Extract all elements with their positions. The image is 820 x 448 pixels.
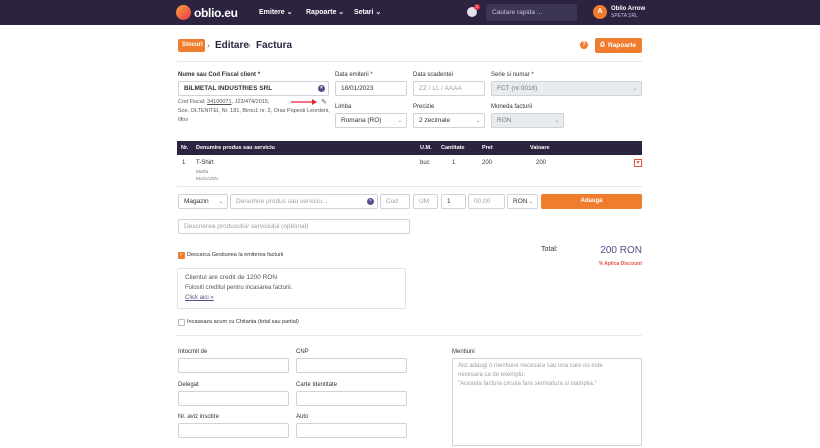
stock-checkbox-label: Descarca Gestiunea la emiterea facturii bbox=[187, 252, 284, 258]
chevron-down-icon: ⌄ bbox=[375, 9, 382, 16]
id-card-label: Carte Identitate bbox=[296, 382, 338, 388]
auto-input[interactable] bbox=[296, 423, 407, 438]
user-name[interactable]: Oblio Arrow bbox=[611, 6, 645, 12]
series-label: Serie si numar * bbox=[491, 72, 534, 78]
edit-client-pencil-icon[interactable]: ✎ bbox=[321, 98, 327, 106]
reports-button[interactable]: ⎙ Rapoarte bbox=[595, 38, 642, 53]
brand-logo-mark-icon bbox=[176, 5, 191, 20]
series-select[interactable]: FCT (nr.0018) ⌄ bbox=[491, 81, 642, 96]
quick-search-input[interactable]: Cautare rapida ... bbox=[486, 4, 577, 21]
chevron-down-icon: ⌄ bbox=[632, 86, 637, 92]
mentions-label: Mentiuni bbox=[452, 349, 475, 355]
quantity-input[interactable]: 1 bbox=[441, 194, 466, 209]
brand-name: oblio.eu bbox=[194, 5, 238, 20]
product-code-input[interactable]: Cod bbox=[380, 194, 410, 209]
divider bbox=[177, 335, 642, 336]
precision-label: Precizie bbox=[413, 104, 435, 110]
user-avatar[interactable]: A bbox=[593, 5, 607, 19]
warehouse-select[interactable]: Magazin ⌄ bbox=[178, 194, 228, 209]
clear-product-icon[interactable]: × bbox=[367, 198, 374, 205]
divider bbox=[177, 186, 642, 187]
row-actions-icon[interactable]: ▾ bbox=[634, 159, 642, 167]
credit-amount-text: Clientul are credit de 1200 RON bbox=[185, 274, 278, 281]
add-line-button[interactable]: Adauga bbox=[541, 194, 642, 209]
client-cif-link[interactable]: 34100071 bbox=[207, 99, 231, 105]
line-currency-select[interactable]: RON ⌄ bbox=[507, 194, 538, 209]
cnp-label: CNP bbox=[296, 349, 309, 355]
notice-number-label: Nr. aviz insotire bbox=[178, 414, 220, 420]
client-label: Nume sau Cod Fiscal client * bbox=[178, 72, 261, 78]
products-table-header: Nr. Denumire produs sau serviciu U.M. Ca… bbox=[177, 141, 642, 155]
help-icon[interactable]: ? bbox=[580, 41, 588, 49]
language-select[interactable]: Romana (RO) ⌄ bbox=[335, 113, 407, 128]
top-navigation-bar: oblio.eu Emitere ⌄ Rapoarte ⌄ Setari ⌄ 1… bbox=[0, 0, 820, 25]
page-title: Factura bbox=[256, 40, 293, 51]
chevron-down-icon: ⌄ bbox=[397, 118, 402, 124]
price-input[interactable]: 00,00 bbox=[468, 194, 505, 209]
download-icon: ⎙ bbox=[600, 42, 605, 48]
chevron-down-icon: ⌄ bbox=[528, 199, 533, 205]
stock-checkbox[interactable]: ✓ bbox=[178, 252, 185, 259]
chevron-down-icon: ⌄ bbox=[338, 9, 345, 16]
breadcrumb-separator-icon: › bbox=[207, 41, 210, 50]
breadcrumb-editare: Editare bbox=[215, 40, 249, 51]
nav-emitere[interactable]: Emitere ⌄ bbox=[259, 8, 293, 16]
client-input[interactable]: BILMETAL INDUSTRIES SRL × bbox=[178, 81, 329, 96]
precision-select[interactable]: 2 zecimale ⌄ bbox=[413, 113, 485, 128]
issue-date-input[interactable]: 18/01/2023 bbox=[335, 81, 407, 96]
divider bbox=[177, 61, 642, 62]
issued-by-label: Intocmit de bbox=[178, 349, 208, 355]
receipt-checkbox[interactable] bbox=[178, 319, 185, 326]
description-input[interactable]: Descrierea produsului/ serviciului (opti… bbox=[178, 219, 410, 234]
user-company: SPETA SRL bbox=[611, 13, 638, 19]
due-date-input[interactable]: ZZ / LL / AAAA bbox=[413, 81, 485, 96]
notification-count-badge: 1 bbox=[474, 4, 480, 10]
receipt-checkbox-label: Incaseaza acum cu Chitanta (total sau pa… bbox=[187, 319, 299, 325]
currency-select[interactable]: RON ⌄ bbox=[491, 113, 564, 128]
due-date-label: Data scadentei bbox=[413, 72, 454, 78]
credit-click-link[interactable]: Click aici » bbox=[185, 295, 214, 301]
credit-use-text: Folositi creditul pentru incasarea factu… bbox=[185, 285, 293, 291]
notice-number-input[interactable] bbox=[178, 423, 289, 438]
chevron-down-icon: ⌄ bbox=[475, 118, 480, 124]
currency-label: Moneda facturii bbox=[491, 104, 533, 110]
language-label: Limba bbox=[335, 104, 352, 110]
nav-setari[interactable]: Setari ⌄ bbox=[354, 8, 381, 16]
issue-date-label: Data emiterii * bbox=[335, 72, 373, 78]
chevron-down-icon: ⌄ bbox=[218, 199, 223, 205]
chevron-down-icon: ⌄ bbox=[286, 9, 293, 16]
chevron-down-icon: ⌄ bbox=[554, 118, 559, 124]
issued-by-input[interactable] bbox=[178, 358, 289, 373]
cnp-input[interactable] bbox=[296, 358, 407, 373]
stocuri-tag-button[interactable]: Stocuri bbox=[178, 39, 205, 52]
id-card-input[interactable] bbox=[296, 391, 407, 406]
unit-input[interactable]: UM bbox=[413, 194, 438, 209]
delegate-input[interactable] bbox=[178, 391, 289, 406]
nav-rapoarte[interactable]: Rapoarte ⌄ bbox=[306, 8, 344, 16]
breadcrumb-separator-icon: › bbox=[248, 41, 251, 50]
auto-label: Auto bbox=[296, 414, 309, 420]
clear-client-icon[interactable]: × bbox=[318, 85, 325, 92]
apply-discount-link[interactable]: % Aplica Discount bbox=[582, 261, 642, 267]
mentions-textarea[interactable]: Aici adaugi o mentiune necesara sau una … bbox=[452, 358, 642, 446]
brand-logo[interactable]: oblio.eu bbox=[176, 5, 238, 20]
total-label: Total: bbox=[541, 246, 558, 253]
delegate-label: Delegat bbox=[178, 382, 199, 388]
arrow-pointer-icon bbox=[291, 99, 317, 105]
total-value: 200 RON bbox=[600, 245, 642, 256]
product-name-input[interactable]: Denumire produs sau serviciu... × bbox=[230, 194, 378, 209]
